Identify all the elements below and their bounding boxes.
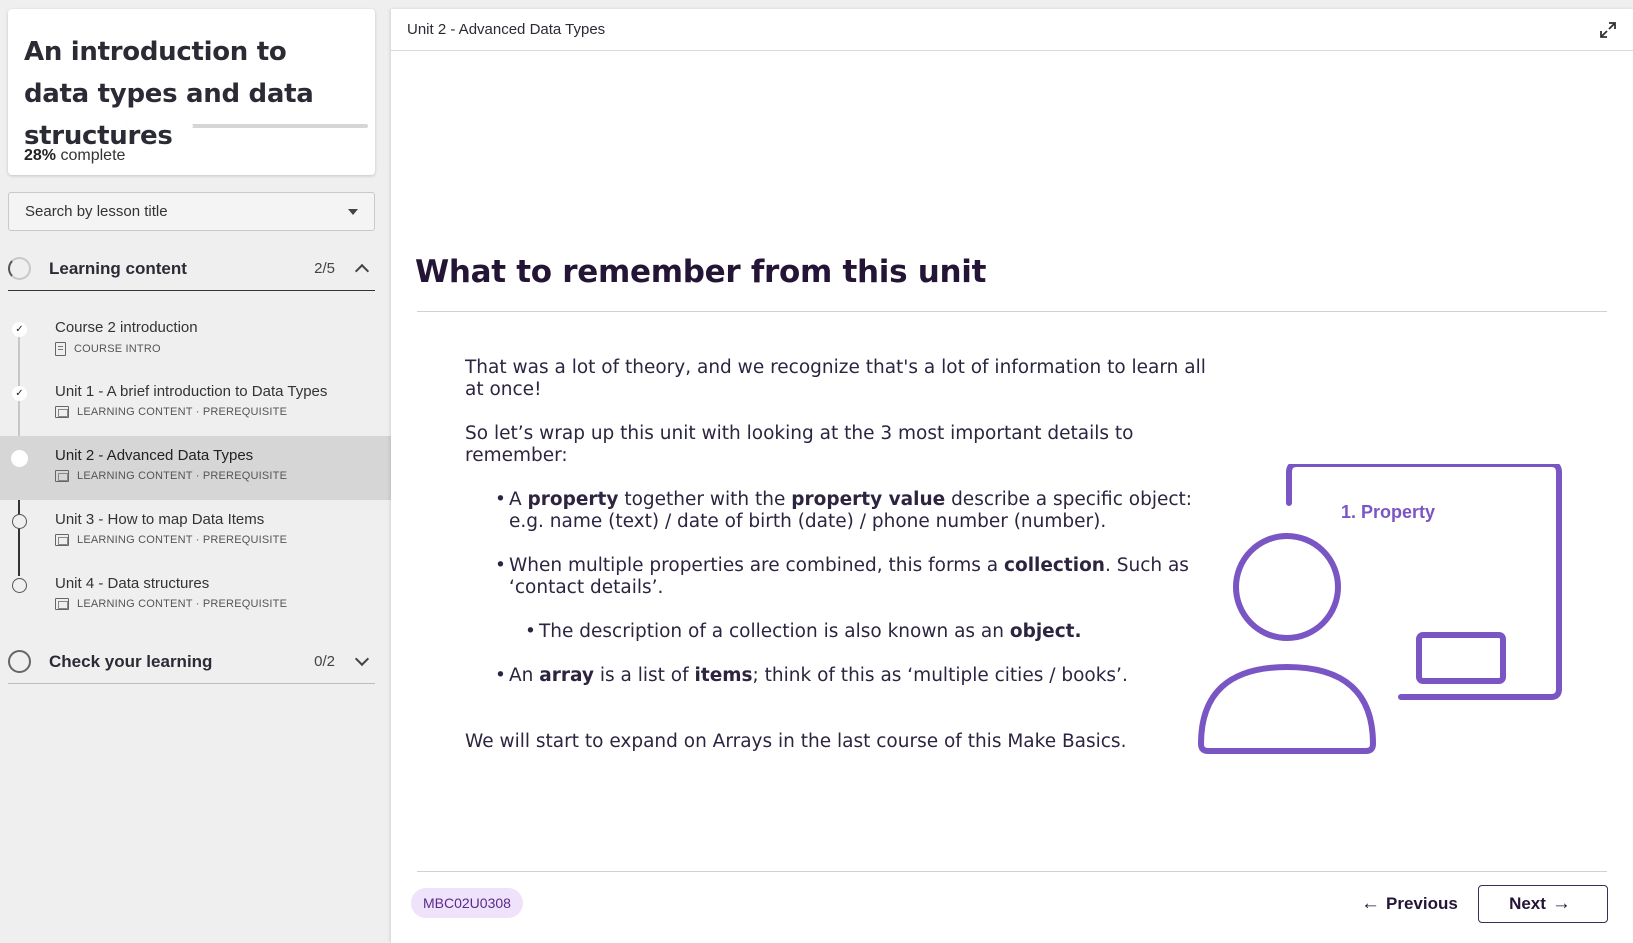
lesson-meta-text: LEARNING CONTENT · PREREQUISITE: [77, 406, 288, 418]
progress-text: 28% complete: [24, 147, 125, 165]
lesson-meta: COURSE INTRO: [55, 342, 391, 356]
lesson-meta: LEARNING CONTENT · PREREQUISITE: [55, 598, 391, 610]
search-placeholder: Search by lesson title: [25, 203, 168, 220]
list-item: When multiple properties are combined, t…: [495, 555, 1225, 599]
circle-icon: [12, 578, 27, 593]
lesson-topbar: Unit 2 - Advanced Data Types: [391, 9, 1633, 51]
key-points-list: A property together with the property va…: [495, 489, 1225, 687]
lesson-meta: LEARNING CONTENT · PREREQUISITE: [55, 470, 391, 482]
document-icon: [55, 342, 66, 356]
circle-icon: [12, 514, 27, 529]
fullscreen-icon[interactable]: [1599, 21, 1617, 39]
check-icon: ✓: [12, 322, 27, 337]
divider: [417, 871, 1607, 872]
intro-paragraph: So let’s wrap up this unit with looking …: [465, 423, 1134, 466]
lesson-list: ✓ Course 2 introduction COURSE INTRO ✓ U…: [0, 308, 391, 628]
list-item: An array is a list of items; think of th…: [495, 665, 1225, 687]
lesson-title: Unit 2 - Advanced Data Types: [55, 447, 254, 464]
lesson-item-unit-1[interactable]: ✓ Unit 1 - A brief introduction to Data …: [0, 372, 391, 436]
lesson-search-select[interactable]: Search by lesson title: [8, 192, 375, 231]
list-item: A property together with the property va…: [495, 489, 1225, 533]
presentation-icon: [55, 470, 69, 482]
lesson-title: Course 2 introduction: [55, 319, 198, 336]
course-title: An introduction to data types and data s…: [24, 37, 314, 151]
lesson-content: That was a lot of theory, and we recogni…: [465, 357, 1225, 775]
previous-label: Previous: [1386, 894, 1458, 913]
lesson-title: Unit 4 - Data structures: [55, 575, 210, 592]
progress-bar: [125, 124, 368, 128]
presentation-icon: [55, 406, 69, 418]
course-sidebar: An introduction to data types and data s…: [0, 0, 391, 943]
lesson-meta-text: LEARNING CONTENT · PREREQUISITE: [77, 534, 288, 546]
person-property-illustration: 1. Property: [1181, 461, 1571, 774]
current-lesson-icon: [11, 450, 28, 467]
presentation-icon: [55, 534, 69, 546]
chevron-up-icon[interactable]: [354, 263, 370, 279]
lesson-panel: Unit 2 - Advanced Data Types What to rem…: [391, 9, 1633, 943]
chevron-down-icon[interactable]: [354, 651, 370, 667]
breadcrumb: Unit 2 - Advanced Data Types: [407, 21, 606, 38]
progress-ring-icon: [8, 650, 31, 673]
lesson-item-unit-4[interactable]: Unit 4 - Data structures LEARNING CONTEN…: [0, 564, 391, 628]
intro-paragraph: That was a lot of theory, and we recogni…: [465, 357, 1206, 400]
illustration-label: 1. Property: [1341, 502, 1436, 522]
lesson-title: Unit 3 - How to map Data Items: [55, 511, 265, 528]
section-label: Check your learning: [49, 651, 213, 671]
progress-percent: 28%: [24, 147, 57, 164]
lesson-meta: LEARNING CONTENT · PREREQUISITE: [55, 534, 391, 546]
lesson-item-course-intro[interactable]: ✓ Course 2 introduction COURSE INTRO: [0, 308, 391, 372]
divider: [417, 311, 1607, 312]
page-title: What to remember from this unit: [415, 254, 987, 290]
section-learning-content[interactable]: Learning content 2/5: [8, 247, 375, 291]
section-check-your-learning[interactable]: Check your learning 0/2: [8, 640, 375, 684]
section-count: 2/5: [314, 260, 335, 277]
lesson-item-unit-2[interactable]: Unit 2 - Advanced Data Types LEARNING CO…: [0, 436, 391, 500]
next-button[interactable]: Next →: [1478, 885, 1608, 923]
progress-ring-icon: [8, 257, 31, 280]
lesson-meta-text: COURSE INTRO: [74, 343, 161, 355]
progress-suffix: complete: [60, 147, 126, 164]
section-count: 0/2: [314, 653, 335, 670]
lesson-meta-text: LEARNING CONTENT · PREREQUISITE: [77, 598, 288, 610]
lesson-meta-text: LEARNING CONTENT · PREREQUISITE: [77, 470, 288, 482]
next-label: Next: [1509, 894, 1546, 913]
lesson-meta: LEARNING CONTENT · PREREQUISITE: [55, 406, 391, 418]
caret-down-icon: [348, 208, 358, 215]
closing-paragraph: We will start to expand on Arrays in the…: [465, 731, 1127, 752]
presentation-icon: [55, 598, 69, 610]
lesson-title: Unit 1 - A brief introduction to Data Ty…: [55, 383, 328, 400]
lesson-code-badge: MBC02U0308: [411, 888, 523, 918]
course-card: An introduction to data types and data s…: [8, 9, 375, 175]
list-item-sub: The description of a collection is also …: [525, 621, 1225, 643]
arrow-right-icon: →: [1551, 893, 1571, 914]
progress-fill: [125, 124, 194, 128]
arrow-left-icon: ←: [1361, 893, 1380, 914]
previous-button[interactable]: ← Previous: [1341, 885, 1472, 923]
lesson-item-unit-3[interactable]: Unit 3 - How to map Data Items LEARNING …: [0, 500, 391, 564]
check-icon: ✓: [12, 386, 27, 401]
section-label: Learning content: [49, 258, 187, 278]
